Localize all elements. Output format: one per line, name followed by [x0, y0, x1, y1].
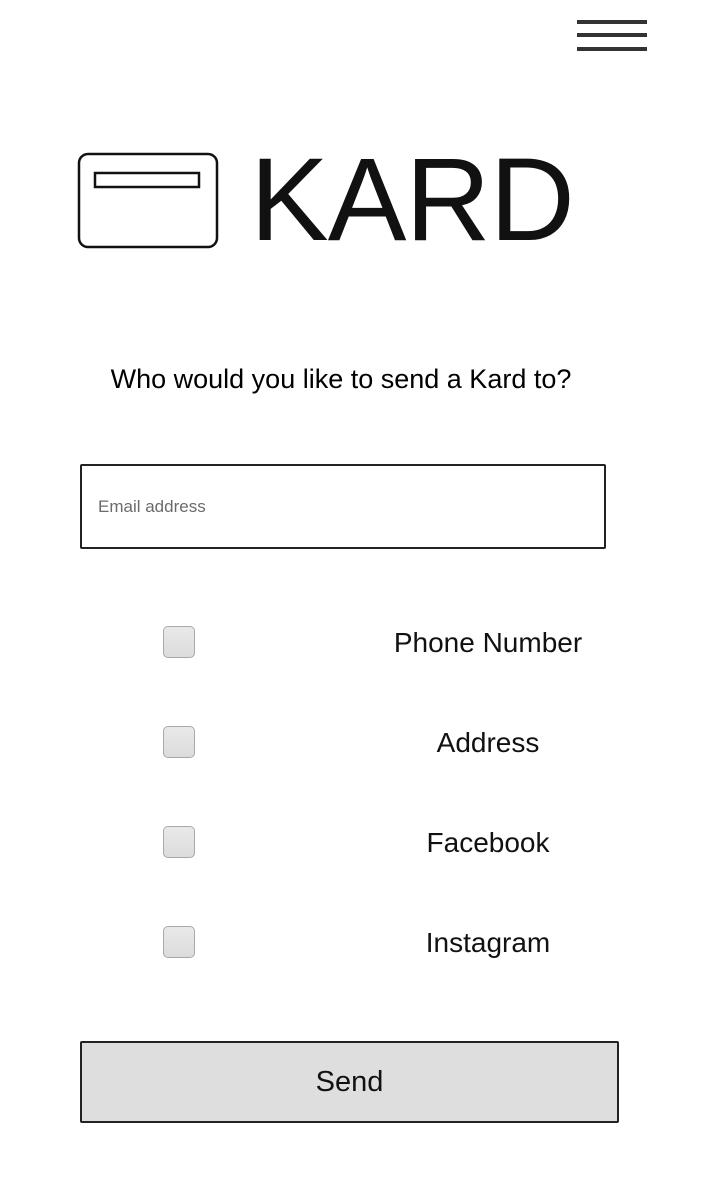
menu-bar-bottom [577, 47, 647, 51]
checkbox-instagram[interactable] [163, 926, 195, 958]
checkbox-facebook[interactable] [163, 826, 195, 858]
logo-wordmark: KARD [250, 134, 575, 266]
option-row-instagram: Instagram [80, 915, 620, 975]
card-icon [77, 152, 219, 250]
send-button[interactable]: Send [80, 1041, 619, 1123]
menu-button[interactable] [576, 20, 648, 56]
option-row-phone-number: Phone Number [80, 615, 620, 675]
option-label-instagram: Instagram [425, 927, 551, 958]
send-prompt: Who would you like to send a Kard to? [110, 364, 572, 394]
option-row-facebook: Facebook [80, 815, 620, 875]
email-input[interactable] [82, 466, 604, 547]
menu-bar-middle [577, 33, 647, 37]
menu-bar-top [577, 20, 647, 24]
option-label-address: Address [436, 727, 540, 758]
option-label-facebook: Facebook [426, 827, 550, 858]
option-row-address: Address [80, 715, 620, 775]
checkbox-address[interactable] [163, 726, 195, 758]
option-label-phone-number: Phone Number [393, 627, 583, 658]
email-field[interactable] [80, 464, 606, 549]
checkbox-phone-number[interactable] [163, 626, 195, 658]
